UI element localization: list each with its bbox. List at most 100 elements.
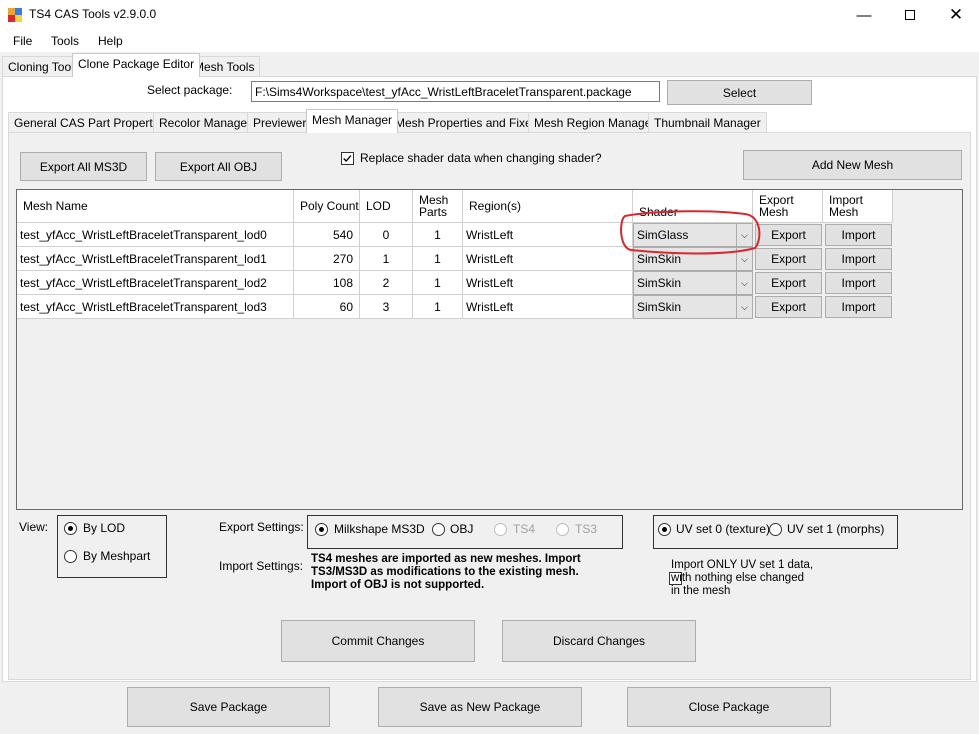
import-mesh-button[interactable]: Import bbox=[825, 296, 892, 318]
export-mesh-button[interactable]: Export bbox=[755, 272, 822, 294]
cell-lod[interactable]: 2 bbox=[360, 271, 413, 295]
col-header-mesh-parts[interactable]: Mesh Parts bbox=[413, 190, 463, 223]
package-path-input[interactable]: F:\Sims4Workspace\test_yfAcc_WristLeftBr… bbox=[251, 81, 660, 102]
menu-help[interactable]: Help bbox=[98, 34, 123, 48]
cell-lod[interactable]: 0 bbox=[360, 223, 413, 247]
save-as-new-package-button[interactable]: Save as New Package bbox=[378, 687, 582, 727]
menu-tools[interactable]: Tools bbox=[51, 34, 79, 48]
col-header-lod[interactable]: LOD bbox=[360, 190, 413, 223]
import-mesh-button[interactable]: Import bbox=[825, 248, 892, 270]
cell-mesh-parts[interactable]: 1 bbox=[413, 295, 463, 319]
radio-icon bbox=[556, 523, 569, 537]
commit-changes-button[interactable]: Commit Changes bbox=[281, 620, 475, 662]
radio-by-meshpart[interactable] bbox=[64, 549, 77, 564]
tab-cloning-tool[interactable]: Cloning Tool bbox=[2, 56, 80, 77]
cell-mesh-name[interactable]: test_yfAcc_WristLeftBraceletTransparent_… bbox=[17, 247, 294, 271]
radio-obj[interactable] bbox=[432, 522, 445, 537]
by-meshpart-label: By Meshpart bbox=[83, 549, 151, 563]
shader-value: SimSkin bbox=[637, 300, 682, 314]
import-mesh-button[interactable]: Import bbox=[825, 272, 892, 294]
uv-set-1-label: UV set 1 (morphs) bbox=[787, 522, 885, 536]
radio-milkshape-ms3d[interactable] bbox=[315, 522, 328, 537]
cell-mesh-parts[interactable]: 1 bbox=[413, 223, 463, 247]
cell-poly-count[interactable]: 108 bbox=[294, 271, 360, 295]
radio-uv-set-1[interactable] bbox=[769, 522, 782, 537]
export-settings-label: Export Settings: bbox=[219, 520, 304, 534]
tab-general-cas-part-properties[interactable]: General CAS Part Properties bbox=[8, 112, 175, 133]
cell-mesh-name[interactable]: test_yfAcc_WristLeftBraceletTransparent_… bbox=[17, 295, 294, 319]
import-only-uv1-label: Import ONLY UV set 1 data, with nothing … bbox=[671, 559, 814, 597]
obj-label: OBJ bbox=[450, 522, 474, 536]
import-settings-note: TS4 meshes are imported as new meshes. I… bbox=[311, 553, 581, 591]
col-header-import-mesh[interactable]: Import Mesh bbox=[823, 190, 893, 223]
window-title: TS4 CAS Tools v2.9.0.0 bbox=[29, 7, 157, 21]
radio-by-lod[interactable] bbox=[64, 521, 77, 536]
radio-uv-set-0[interactable] bbox=[658, 522, 671, 537]
tab-mesh-properties-fixers[interactable]: Mesh Properties and Fixers bbox=[389, 112, 548, 133]
add-new-mesh-button[interactable]: Add New Mesh bbox=[743, 150, 962, 180]
export-all-ms3d-button[interactable]: Export All MS3D bbox=[20, 152, 147, 181]
cell-poly-count[interactable]: 60 bbox=[294, 295, 360, 319]
minimize-icon[interactable]: — bbox=[841, 0, 887, 30]
cell-mesh-parts[interactable]: 1 bbox=[413, 271, 463, 295]
radio-icon bbox=[64, 550, 77, 564]
app-icon bbox=[8, 8, 22, 22]
discard-changes-button[interactable]: Discard Changes bbox=[502, 620, 696, 662]
select-package-label: Select package: bbox=[147, 83, 233, 97]
ts3-label: TS3 bbox=[575, 522, 598, 536]
tab-recolor-manager[interactable]: Recolor Manager bbox=[153, 112, 258, 133]
export-all-obj-button[interactable]: Export All OBJ bbox=[155, 152, 282, 181]
chevron-down-icon[interactable]: ⌵ bbox=[736, 296, 752, 318]
cell-region[interactable]: WristLeft bbox=[463, 247, 633, 271]
radio-icon bbox=[432, 523, 445, 537]
cell-lod[interactable]: 1 bbox=[360, 247, 413, 271]
replace-shader-label: Replace shader data when changing shader… bbox=[360, 151, 602, 165]
tab-mesh-region-manager[interactable]: Mesh Region Manager bbox=[528, 112, 662, 133]
cell-region[interactable]: WristLeft bbox=[463, 271, 633, 295]
tab-previewer[interactable]: Previewer bbox=[247, 112, 313, 133]
menu-bar bbox=[0, 30, 979, 52]
col-header-mesh-name[interactable]: Mesh Name bbox=[17, 190, 294, 223]
cell-mesh-parts[interactable]: 1 bbox=[413, 247, 463, 271]
replace-shader-checkbox[interactable] bbox=[341, 152, 354, 166]
cell-poly-count[interactable]: 540 bbox=[294, 223, 360, 247]
ts4-label: TS4 bbox=[513, 522, 536, 536]
cell-poly-count[interactable]: 270 bbox=[294, 247, 360, 271]
shader-dropdown[interactable]: SimSkin ⌵ bbox=[633, 295, 753, 319]
maximize-icon[interactable] bbox=[887, 0, 933, 30]
radio-icon bbox=[658, 523, 671, 537]
mesh-grid: Mesh Name Poly Count LOD Mesh Parts Regi… bbox=[16, 189, 963, 510]
by-lod-label: By LOD bbox=[83, 521, 126, 535]
save-package-button[interactable]: Save Package bbox=[127, 687, 330, 727]
shader-value: SimSkin bbox=[637, 276, 682, 290]
checkmark-icon bbox=[343, 155, 352, 163]
chevron-down-icon[interactable]: ⌵ bbox=[736, 272, 752, 294]
export-mesh-button[interactable]: Export bbox=[755, 296, 822, 318]
col-header-poly-count[interactable]: Poly Count bbox=[294, 190, 360, 223]
tab-mesh-manager[interactable]: Mesh Manager bbox=[306, 109, 399, 133]
tab-clone-package-editor[interactable]: Clone Package Editor bbox=[72, 53, 201, 77]
cell-region[interactable]: WristLeft bbox=[463, 223, 633, 247]
menu-file[interactable]: File bbox=[13, 34, 32, 48]
highlight-ellipse bbox=[620, 210, 761, 255]
col-header-regions[interactable]: Region(s) bbox=[463, 190, 633, 223]
radio-ts4 bbox=[494, 522, 507, 537]
cell-lod[interactable]: 3 bbox=[360, 295, 413, 319]
radio-icon bbox=[64, 522, 77, 536]
shader-dropdown[interactable]: SimSkin ⌵ bbox=[633, 271, 753, 295]
close-package-button[interactable]: Close Package bbox=[627, 687, 831, 727]
milkshape-ms3d-label: Milkshape MS3D bbox=[334, 522, 425, 536]
radio-icon bbox=[494, 523, 507, 537]
view-label: View: bbox=[19, 520, 49, 534]
cell-mesh-name[interactable]: test_yfAcc_WristLeftBraceletTransparent_… bbox=[17, 223, 294, 247]
close-icon[interactable]: ✕ bbox=[933, 0, 979, 30]
import-settings-label: Import Settings: bbox=[219, 559, 304, 573]
tab-thumbnail-manager[interactable]: Thumbnail Manager bbox=[648, 112, 767, 133]
uv-set-0-label: UV set 0 (texture) bbox=[676, 522, 771, 536]
cell-region[interactable]: WristLeft bbox=[463, 295, 633, 319]
import-mesh-button[interactable]: Import bbox=[825, 224, 892, 246]
radio-icon bbox=[315, 523, 328, 537]
radio-icon bbox=[769, 523, 782, 537]
cell-mesh-name[interactable]: test_yfAcc_WristLeftBraceletTransparent_… bbox=[17, 271, 294, 295]
select-package-button[interactable]: Select bbox=[667, 80, 812, 105]
